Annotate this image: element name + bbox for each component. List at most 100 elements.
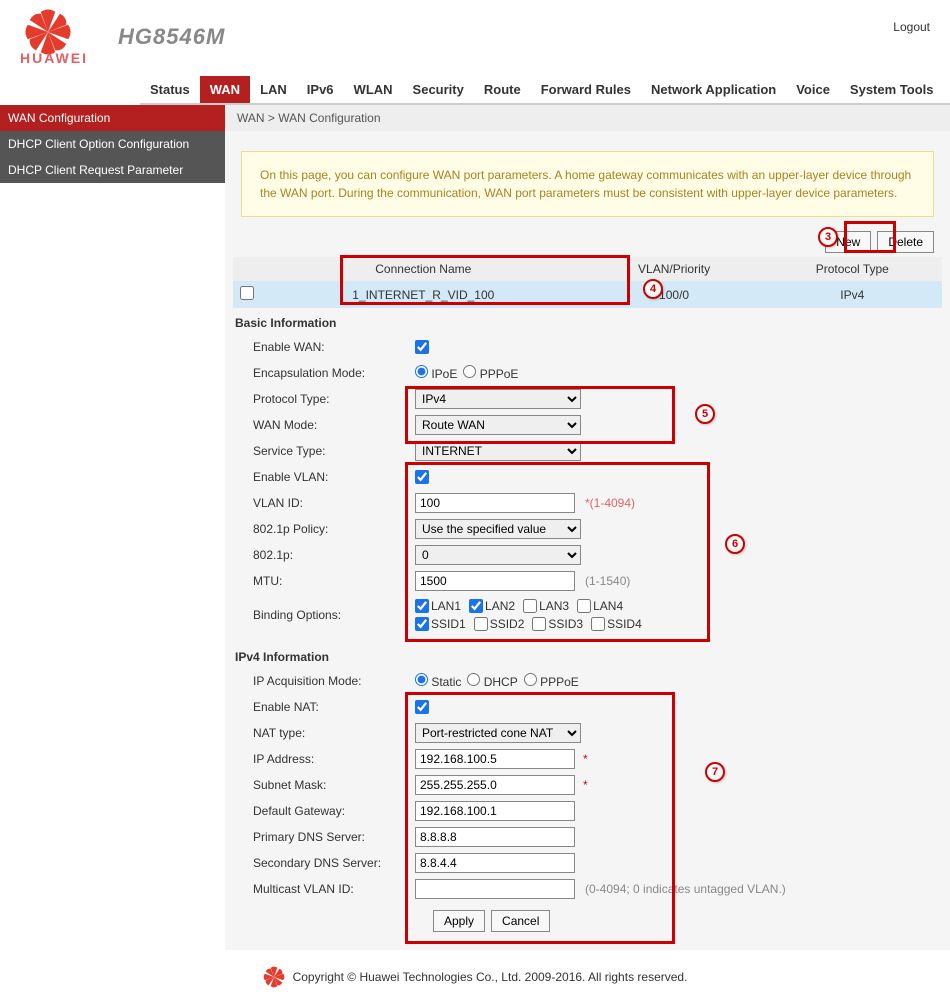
- sidebar-item-dhcp-request[interactable]: DHCP Client Request Parameter: [0, 157, 225, 183]
- col-protocol-type: Protocol Type: [763, 257, 942, 281]
- ip-dhcp-radio[interactable]: [467, 673, 480, 686]
- footer-text: Copyright © Huawei Technologies Co., Ltd…: [293, 970, 688, 984]
- info-box: On this page, you can configure WAN port…: [241, 151, 934, 217]
- ip-static-radio[interactable]: [415, 673, 428, 686]
- ip-pppoe-label: PPPoE: [540, 675, 579, 689]
- label-8021p: 802.1p:: [235, 548, 415, 562]
- label-enable-nat: Enable NAT:: [235, 700, 415, 714]
- binding-ssid1[interactable]: [415, 617, 429, 631]
- vlan-id-input[interactable]: [415, 493, 575, 513]
- header: HUAWEI HG8546M Logout: [0, 0, 950, 66]
- content-area: WAN > WAN Configuration On this page, yo…: [225, 105, 950, 950]
- label-mtu: MTU:: [235, 574, 415, 588]
- label-binding: Binding Options:: [235, 608, 415, 622]
- encap-ipoe-radio[interactable]: [415, 365, 428, 378]
- binding-lan2[interactable]: [469, 599, 483, 613]
- footer: Copyright © Huawei Technologies Co., Ltd…: [0, 950, 950, 1004]
- nat-type-select[interactable]: Port-restricted cone NAT: [415, 723, 581, 743]
- multicast-vlan-input[interactable]: [415, 879, 575, 899]
- label-wan-mode: WAN Mode:: [235, 418, 415, 432]
- tab-lan[interactable]: LAN: [250, 76, 297, 103]
- encap-ipoe-label: IPoE: [431, 367, 457, 381]
- label-vlan-id: VLAN ID:: [235, 496, 415, 510]
- callout-5: 5: [695, 404, 715, 424]
- binding-ssid4[interactable]: [591, 617, 605, 631]
- subnet-input[interactable]: [415, 775, 575, 795]
- label-ip-address: IP Address:: [235, 752, 415, 766]
- wan-mode-select[interactable]: Route WAN: [415, 415, 581, 435]
- label-enable-vlan: Enable VLAN:: [235, 470, 415, 484]
- table-row[interactable]: 1_INTERNET_R_VID_100 100/0 IPv4: [233, 281, 942, 308]
- label-multicast-vlan: Multicast VLAN ID:: [235, 882, 415, 896]
- required-star-icon: *: [583, 778, 588, 792]
- label-proto-type: Protocol Type:: [235, 392, 415, 406]
- sidebar: WAN Configuration DHCP Client Option Con…: [0, 105, 225, 950]
- cell-vlan: 100/0: [586, 281, 763, 308]
- tab-status[interactable]: Status: [140, 76, 200, 103]
- col-connection-name: Connection Name: [261, 257, 586, 281]
- delete-button[interactable]: Delete: [877, 231, 934, 253]
- label-primary-dns: Primary DNS Server:: [235, 830, 415, 844]
- callout-4: 4: [643, 279, 663, 299]
- 8021p-policy-select[interactable]: Use the specified value: [415, 519, 581, 539]
- encap-pppoe-radio[interactable]: [463, 365, 476, 378]
- cancel-button[interactable]: Cancel: [491, 910, 550, 932]
- multicast-vlan-hint: (0-4094; 0 indicates untagged VLAN.): [585, 882, 786, 896]
- label-encap: Encapsulation Mode:: [235, 366, 415, 380]
- tab-network-application[interactable]: Network Application: [641, 76, 786, 103]
- enable-vlan-checkbox[interactable]: [415, 470, 429, 484]
- section-ipv4-info: IPv4 Information: [225, 646, 950, 668]
- vlan-id-hint: *(1-4094): [585, 496, 635, 510]
- callout-3: 3: [818, 227, 838, 247]
- tab-ipv6[interactable]: IPv6: [297, 76, 344, 103]
- binding-ssid2[interactable]: [474, 617, 488, 631]
- ip-dhcp-label: DHCP: [484, 675, 518, 689]
- sidebar-item-dhcp-option[interactable]: DHCP Client Option Configuration: [0, 131, 225, 157]
- label-nat-type: NAT type:: [235, 726, 415, 740]
- tab-voice[interactable]: Voice: [786, 76, 840, 103]
- tab-forward-rules[interactable]: Forward Rules: [531, 76, 641, 103]
- proto-type-select[interactable]: IPv4: [415, 389, 581, 409]
- mtu-hint: (1-1540): [585, 574, 630, 588]
- apply-button[interactable]: Apply: [433, 910, 485, 932]
- service-type-select[interactable]: INTERNET: [415, 441, 581, 461]
- model-title: HG8546M: [118, 24, 225, 50]
- enable-wan-checkbox[interactable]: [415, 340, 429, 354]
- ip-address-input[interactable]: [415, 749, 575, 769]
- tab-security[interactable]: Security: [403, 76, 474, 103]
- label-8021p-policy: 802.1p Policy:: [235, 522, 415, 536]
- primary-dns-input[interactable]: [415, 827, 575, 847]
- label-secondary-dns: Secondary DNS Server:: [235, 856, 415, 870]
- sidebar-item-wan-config[interactable]: WAN Configuration: [0, 105, 225, 131]
- section-basic-info: Basic Information: [225, 312, 950, 334]
- top-nav: Status WAN LAN IPv6 WLAN Security Route …: [140, 76, 950, 105]
- cell-connection-name: 1_INTERNET_R_VID_100: [261, 281, 586, 308]
- callout-7: 7: [705, 762, 725, 782]
- enable-nat-checkbox[interactable]: [415, 700, 429, 714]
- logout-link[interactable]: Logout: [893, 20, 930, 34]
- col-vlan-priority: VLAN/Priority: [586, 257, 763, 281]
- 8021p-select[interactable]: 0: [415, 545, 581, 565]
- label-gateway: Default Gateway:: [235, 804, 415, 818]
- tab-system-tools[interactable]: System Tools: [840, 76, 944, 103]
- binding-lan1[interactable]: [415, 599, 429, 613]
- binding-lan4[interactable]: [577, 599, 591, 613]
- callout-6: 6: [725, 534, 745, 554]
- ip-pppoe-radio[interactable]: [524, 673, 537, 686]
- tab-wan[interactable]: WAN: [200, 76, 250, 103]
- row-select-checkbox[interactable]: [240, 286, 254, 300]
- brand-text: HUAWEI: [20, 50, 88, 66]
- mtu-input[interactable]: [415, 571, 575, 591]
- label-service-type: Service Type:: [235, 444, 415, 458]
- binding-lan3[interactable]: [523, 599, 537, 613]
- connection-table: Connection Name VLAN/Priority Protocol T…: [233, 257, 942, 308]
- required-star-icon: *: [583, 752, 588, 766]
- tab-wlan[interactable]: WLAN: [344, 76, 403, 103]
- cell-proto: IPv4: [763, 281, 942, 308]
- ip-static-label: Static: [431, 675, 461, 689]
- binding-ssid3[interactable]: [532, 617, 546, 631]
- tab-route[interactable]: Route: [474, 76, 531, 103]
- gateway-input[interactable]: [415, 801, 575, 821]
- label-ip-acq: IP Acquisition Mode:: [235, 674, 415, 688]
- secondary-dns-input[interactable]: [415, 853, 575, 873]
